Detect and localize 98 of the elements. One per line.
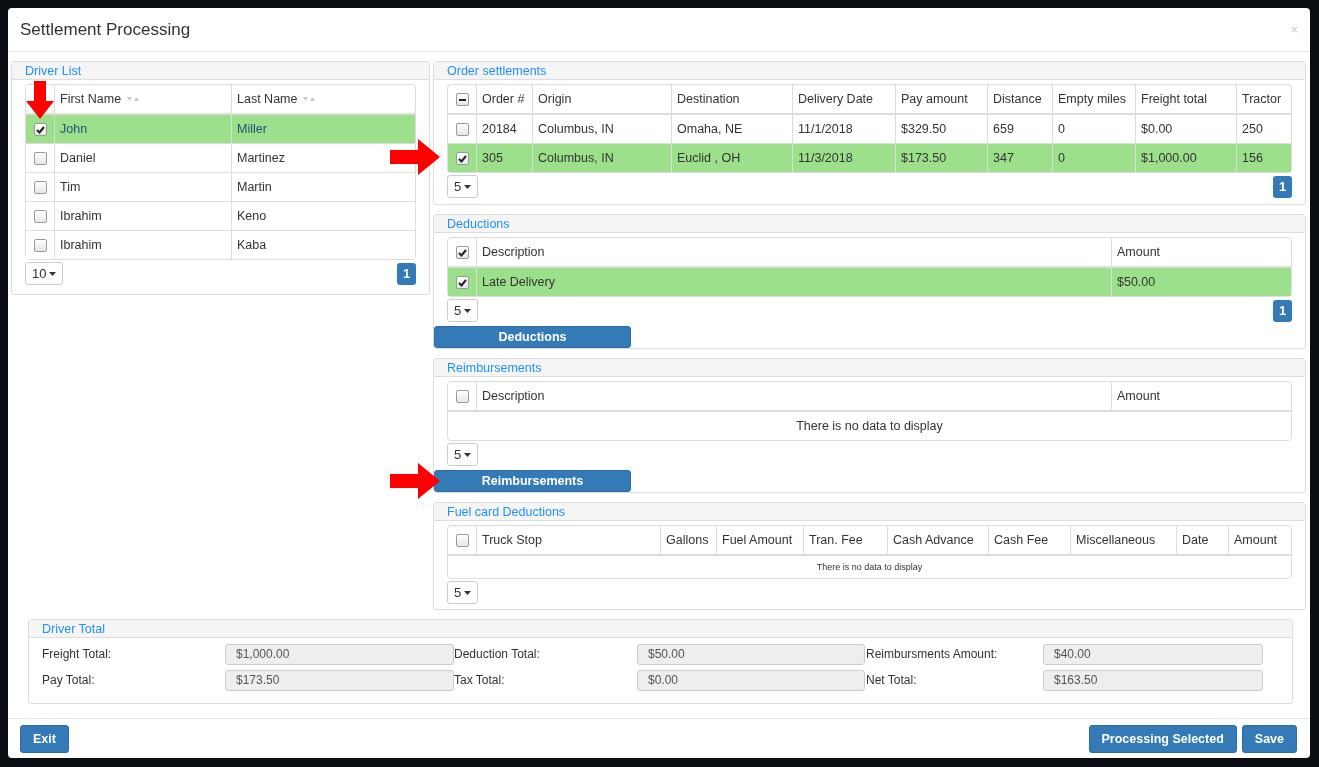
checkbox[interactable] — [455, 123, 469, 137]
checkbox[interactable] — [455, 246, 469, 260]
field-label: Tax Total: — [454, 673, 506, 687]
page-size-dropdown[interactable]: 5 — [447, 581, 479, 604]
action-button[interactable]: Deductions — [434, 326, 631, 348]
total-field[interactable]: $173.50 — [225, 669, 454, 691]
table-cell: Columbus, IN — [532, 144, 671, 172]
column-header[interactable]: Fuel Amount — [716, 526, 803, 556]
table-cell: Columbus, IN — [532, 115, 671, 144]
total-field[interactable]: $50.00 — [637, 643, 865, 665]
table-cell: Keno — [231, 202, 415, 231]
table-cell: Ibrahim — [54, 202, 231, 231]
table-cell: $1,000.00 — [1135, 144, 1236, 172]
caret-icon — [464, 452, 472, 457]
sort-icon[interactable] — [127, 97, 140, 103]
table-cell: $329.50 — [895, 115, 987, 144]
page-button[interactable]: 1 — [1273, 299, 1292, 322]
panel-title: Driver Total — [42, 621, 105, 636]
table-cell: 20184 — [476, 115, 532, 144]
table-cell: 0 — [1052, 115, 1135, 144]
table-cell: Omaha, NE — [671, 115, 792, 144]
table-cell: 11/1/2018 — [792, 115, 895, 144]
total-field[interactable]: $1,000.00 — [225, 643, 454, 665]
checkbox[interactable] — [33, 239, 47, 253]
checkbox[interactable] — [455, 276, 469, 290]
checkbox[interactable] — [33, 123, 47, 137]
page-button[interactable]: 1 — [1273, 175, 1292, 198]
check-icon — [35, 125, 45, 134]
table-cell: $0.00 — [1135, 115, 1236, 144]
panel-title: Order settlements — [447, 63, 547, 78]
table-cell: $50.00 — [1111, 268, 1291, 296]
checkbox[interactable] — [455, 152, 469, 166]
footer-button[interactable]: Save — [1241, 724, 1297, 753]
column-header[interactable]: Cash Fee — [988, 526, 1070, 556]
column-header[interactable]: Cash Advance — [887, 526, 988, 556]
footer-button[interactable]: Exit — [20, 724, 69, 753]
field-label: Pay Total: — [42, 673, 96, 687]
table-cell: Martinez — [231, 144, 415, 173]
checkbox[interactable] — [33, 210, 47, 224]
table-cell: Late Delivery — [476, 268, 1111, 296]
dialog-title: Settlement Processing — [20, 19, 191, 40]
caret-icon — [464, 590, 472, 595]
page-size-dropdown[interactable]: 5 — [447, 175, 479, 198]
caret-icon — [49, 271, 57, 276]
column-header[interactable]: Truck Stop — [476, 526, 660, 556]
checkbox[interactable] — [455, 390, 469, 404]
table-cell: Kaba — [231, 231, 415, 259]
table-cell: 11/3/2018 — [792, 144, 895, 172]
field-label: Freight Total: — [42, 647, 113, 661]
check-icon — [457, 248, 467, 257]
table-cell: 305 — [476, 144, 532, 172]
page-size-dropdown[interactable]: 10 — [25, 262, 64, 285]
page-size-dropdown[interactable]: 5 — [447, 443, 479, 466]
column-header[interactable]: Amount — [1228, 526, 1291, 556]
table-cell: Euclid , OH — [671, 144, 792, 172]
panel-title: Deductions — [447, 216, 510, 231]
field-label: Reimbursments Amount: — [866, 647, 999, 661]
caret-icon — [464, 308, 472, 313]
checkbox[interactable] — [455, 534, 469, 548]
table-cell: Tim — [54, 173, 231, 202]
field-label: Deduction Total: — [454, 647, 541, 661]
field-label: Net Total: — [866, 673, 918, 687]
panel-title: Driver List — [25, 63, 82, 78]
table-cell: John — [54, 115, 231, 144]
total-field[interactable]: $40.00 — [1043, 643, 1263, 665]
table-cell: 250 — [1236, 115, 1291, 144]
minus-icon — [458, 98, 466, 101]
page-button[interactable]: 1 — [397, 262, 416, 285]
table-cell: Miller — [231, 115, 415, 144]
table-cell: $173.50 — [895, 144, 987, 172]
table-cell: 156 — [1236, 144, 1291, 172]
empty-message: There is no data to display — [815, 561, 924, 574]
table-cell: 347 — [987, 144, 1052, 172]
caret-icon — [464, 184, 472, 189]
total-field[interactable]: $163.50 — [1043, 669, 1263, 691]
panel-title: Reimbursements — [447, 360, 542, 375]
column-header[interactable]: Description — [476, 382, 1111, 412]
footer-button[interactable]: Processing Selected — [1088, 724, 1237, 753]
column-header[interactable]: Gallons — [660, 526, 716, 556]
panel-title: Fuel card Deductions — [447, 504, 566, 519]
table-cell: Daniel — [54, 144, 231, 173]
column-header[interactable]: Tran. Fee — [803, 526, 887, 556]
checkbox[interactable] — [455, 93, 469, 107]
column-header[interactable]: Date — [1176, 526, 1228, 556]
action-button[interactable]: Reimbursements — [434, 470, 631, 492]
checkbox[interactable] — [33, 181, 47, 195]
empty-message: There is no data to display — [795, 418, 944, 435]
check-icon — [457, 278, 467, 287]
table-cell: 659 — [987, 115, 1052, 144]
column-header[interactable]: Miscellaneous — [1070, 526, 1176, 556]
column-header[interactable]: Amount — [1111, 382, 1291, 412]
page-size-dropdown[interactable]: 5 — [447, 299, 479, 322]
check-icon — [457, 154, 467, 163]
checkbox[interactable] — [33, 152, 47, 166]
table-cell: Martin — [231, 173, 415, 202]
total-field[interactable]: $0.00 — [637, 669, 865, 691]
table-cell: 0 — [1052, 144, 1135, 172]
sort-icon[interactable] — [303, 97, 316, 103]
